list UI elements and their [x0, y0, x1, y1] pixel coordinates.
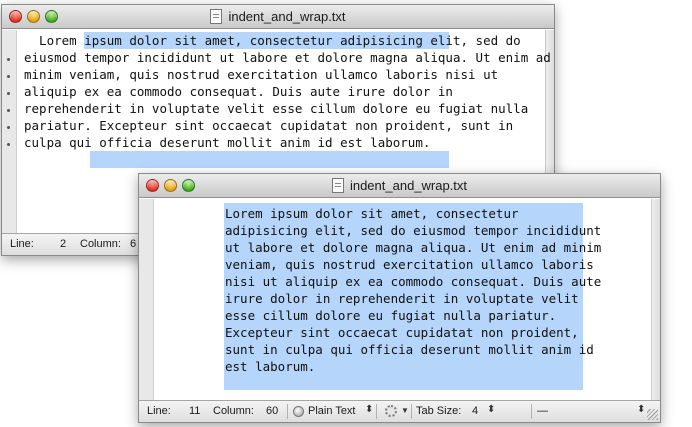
text-line: reprehenderit in voluptate velit esse ci… [24, 101, 529, 116]
syntax-icon [293, 406, 304, 417]
selection-highlight [90, 151, 449, 168]
text-line: nisi ut aliquip ex ea commodo consequat.… [225, 274, 602, 289]
text-line: est laborum. [225, 359, 316, 374]
text-line: adipisicing elit, sed do eiusmod tempor … [225, 223, 602, 238]
text-line: sunt in culpa qui officia deserunt molli… [225, 342, 594, 357]
status-bar: Line: 11 Column: 60 Plain Text ⬍ ▼ Tab S… [139, 400, 660, 422]
text-line: minim veniam, quis nostrud exercitation … [24, 67, 499, 82]
window-title: indent_and_wrap.txt [228, 9, 346, 24]
document-icon [331, 178, 344, 193]
wrap-marker [7, 143, 10, 146]
wrap-marker [7, 75, 10, 78]
text-line: esse cillum dolore eu fugiat nulla paria… [225, 308, 557, 323]
text-line: Lorem ipsum dolor sit amet, consectetur [225, 206, 519, 221]
divider [287, 404, 288, 419]
text-line: eiusmod tempor incididunt ut labore et d… [24, 50, 551, 65]
text-line: veniam, quis nostrud exercitation ullamc… [225, 257, 594, 272]
divider [531, 404, 532, 419]
gear-icon [385, 405, 397, 417]
column-value: 6 [130, 238, 137, 250]
tab-size-label: Tab Size: [416, 405, 462, 417]
title-bar[interactable]: indent_and_wrap.txt [139, 174, 660, 198]
wrap-marker [7, 126, 10, 129]
wrap-marker [7, 58, 10, 61]
divider [411, 404, 412, 419]
tab-size-value: 4 [472, 405, 479, 417]
text-line: Lorem ipsum dolor sit amet, consectetur … [24, 33, 521, 48]
title-bar[interactable]: indent_and_wrap.txt [2, 5, 554, 29]
text-line: ut labore et dolore magna aliqua. Ut eni… [225, 240, 602, 255]
divider [376, 404, 377, 419]
text-line: culpa qui officia deserunt mollit anim i… [24, 135, 431, 150]
document-icon [210, 9, 223, 24]
resize-grip-icon[interactable] [647, 409, 658, 420]
column-label: Column: [80, 238, 121, 250]
popup-arrows-icon: ⬍ [637, 404, 646, 415]
window-title: indent_and_wrap.txt [349, 178, 468, 193]
text-line: pariatur. Excepteur sint occaecat cupida… [24, 118, 514, 133]
text-line: Excepteur sint occaecat cupidatat non pr… [225, 325, 579, 340]
vertical-scrollbar[interactable] [651, 199, 660, 400]
syntax-label: Plain Text [308, 405, 356, 417]
line-label: Line: [10, 238, 34, 250]
text-line: irure dolor in reprehenderit in voluptat… [225, 291, 579, 306]
popup-arrows-icon: ⬍ [487, 404, 496, 415]
line-label: Line: [147, 405, 171, 417]
line-gutter [139, 199, 154, 400]
column-label: Column: [213, 405, 254, 417]
wrap-marker [7, 109, 10, 112]
wrap-marker [7, 92, 10, 95]
popup-arrows-icon: ⬍ [365, 404, 374, 415]
chevron-down-icon: ▼ [401, 406, 409, 415]
editor-window-front[interactable]: indent_and_wrap.txt Lorem ipsum dolor si… [138, 173, 661, 423]
column-value: 60 [266, 405, 279, 417]
line-value: 2 [60, 238, 67, 250]
symbol-label: — [537, 405, 548, 417]
text-line: aliquip ex ea commodo consequat. Duis au… [24, 84, 453, 99]
line-value: 11 [189, 405, 201, 417]
